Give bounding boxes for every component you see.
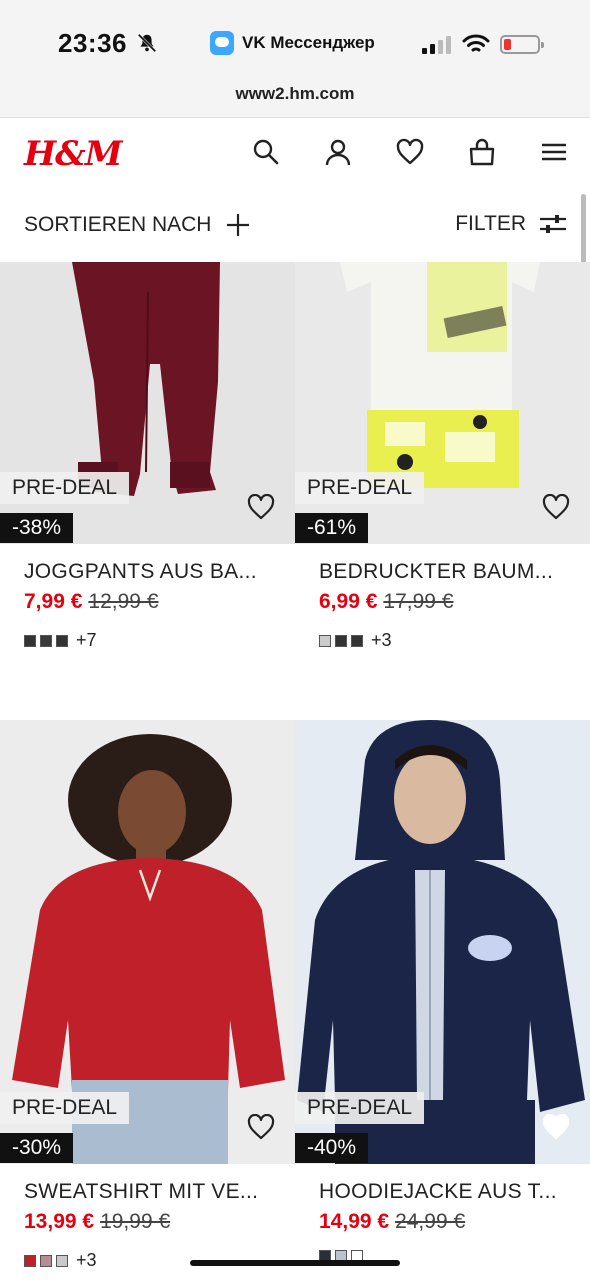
heart-icon[interactable] [247,1113,275,1142]
heart-icon[interactable] [542,1113,570,1142]
color-swatch[interactable] [56,1254,68,1267]
color-swatch[interactable] [24,1254,36,1267]
color-swatches: +3 [319,630,590,651]
home-indicator[interactable] [190,1260,400,1266]
product-card[interactable]: PRE-DEAL -61% BEDRUCKTER BAUM... 6,99 €1… [295,262,590,651]
hm-logo[interactable]: H&M [24,134,122,174]
vk-messenger-icon [210,31,234,55]
predeal-badge: PRE-DEAL [0,472,130,504]
color-swatches: +7 [24,630,295,651]
site-header: H&M [0,118,590,190]
menu-icon[interactable] [540,138,568,166]
predeal-badge: PRE-DEAL [295,472,425,504]
product-image[interactable]: PRE-DEAL -61% [295,262,590,544]
status-bar: 23:36 VK Мессенджер [0,0,590,80]
product-title[interactable]: SWEATSHIRT MIT VE... [24,1180,295,1204]
product-card[interactable]: PRE-DEAL -38% JOGGPANTS AUS BA... 7,99 €… [0,262,295,651]
price-original: 24,99 € [395,1210,466,1233]
color-swatch[interactable] [40,634,52,647]
discount-badge: -61% [295,513,369,543]
product-image[interactable]: PRE-DEAL -30% [0,720,295,1164]
product-prices: 13,99 €19,99 € [24,1210,295,1234]
back-to-app-label: VK Мессенджер [242,33,375,52]
predeal-badge: PRE-DEAL [295,1092,425,1124]
color-swatch[interactable] [40,1254,52,1267]
search-icon[interactable] [252,138,280,166]
color-swatch[interactable] [319,634,331,647]
status-time: 23:36 [58,28,127,58]
plus-icon [227,214,250,236]
heart-icon[interactable] [542,493,570,522]
filter-label: FILTER [455,212,526,235]
price-sale: 6,99 € [319,590,378,613]
color-swatch[interactable] [56,634,68,647]
more-colors-count: +3 [371,630,392,650]
sort-filter-bar: SORTIEREN NACH FILTER [0,190,590,262]
more-colors-count: +7 [76,630,97,650]
product-image[interactable]: PRE-DEAL -40% [295,720,590,1164]
heart-icon[interactable] [247,493,275,522]
cellular-signal-icon [422,36,454,54]
product-title[interactable]: HOODIEJACKE AUS T... [319,1180,590,1204]
sort-button[interactable]: SORTIEREN NACH [24,212,251,238]
color-swatch[interactable] [351,634,363,647]
favorites-icon[interactable] [396,138,424,166]
product-prices: 14,99 €24,99 € [319,1210,590,1234]
wifi-icon [462,33,490,55]
bell-off-icon [136,32,158,54]
predeal-badge: PRE-DEAL [0,1092,130,1124]
sort-label: SORTIEREN NACH [24,213,212,236]
price-sale: 14,99 € [319,1210,390,1233]
price-sale: 7,99 € [24,590,83,613]
product-image[interactable]: PRE-DEAL -38% [0,262,295,544]
url-text: www2.hm.com [235,84,355,103]
account-icon[interactable] [324,138,352,166]
discount-badge: -30% [0,1133,74,1163]
product-prices: 7,99 €12,99 € [24,590,295,614]
discount-badge: -38% [0,513,74,543]
price-original: 19,99 € [100,1210,171,1233]
discount-badge: -40% [295,1133,369,1163]
product-prices: 6,99 €17,99 € [319,590,590,614]
product-card[interactable]: PRE-DEAL -30% SWEATSHIRT MIT VE... 13,99… [0,720,295,1271]
more-colors-count: +3 [76,1250,97,1270]
price-sale: 13,99 € [24,1210,95,1233]
price-original: 12,99 € [88,590,159,613]
filter-button[interactable]: FILTER [455,212,566,236]
back-to-app-chip[interactable]: VK Мессенджер [210,31,375,55]
color-swatch[interactable] [335,634,347,647]
product-title[interactable]: BEDRUCKTER BAUM... [319,560,590,584]
product-card[interactable]: PRE-DEAL -40% HOODIEJACKE AUS T... 14,99… [295,720,590,1262]
price-original: 17,99 € [383,590,454,613]
shopping-bag-icon[interactable] [468,138,496,166]
color-swatch[interactable] [24,634,36,647]
battery-low-icon [500,35,544,54]
product-title[interactable]: JOGGPANTS AUS BA... [24,560,295,584]
filter-sliders-icon [540,215,566,233]
address-bar[interactable]: www2.hm.com [0,80,590,118]
